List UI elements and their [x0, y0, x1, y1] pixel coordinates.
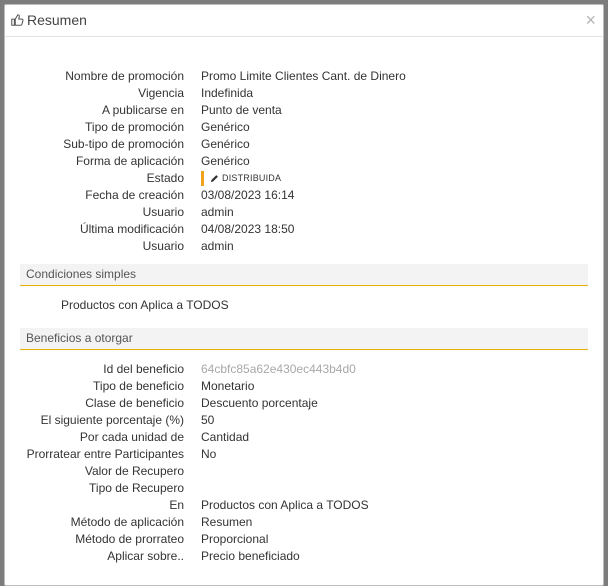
summary-row: Tipo de promoción Genérico	[5, 119, 603, 136]
row-label: A publicarse en	[101, 103, 184, 117]
close-button[interactable]: ×	[585, 11, 596, 29]
row-value: 04/08/2023 18:50	[201, 222, 295, 236]
condition-item: Productos con Aplica a TODOS	[61, 298, 229, 312]
dialog-body: Nombre de promoción Promo Limite Clientes…	[5, 37, 603, 585]
summary-row: Valor de Recupero	[5, 463, 603, 480]
summary-row: Última modificación 04/08/2023 18:50	[5, 221, 603, 238]
summary-row: Método de aplicación Resumen	[5, 514, 603, 531]
summary-dialog: Resumen × Nombre de promoción Promo Limit…	[4, 4, 604, 586]
summary-row: El siguiente porcentaje (%) 50	[5, 412, 603, 429]
row-value: Genérico	[201, 137, 250, 151]
row-label: Tipo de beneficio	[93, 379, 184, 393]
row-label: Id del beneficio	[103, 362, 184, 376]
row-value: Cantidad	[201, 430, 250, 444]
row-value: admin	[201, 239, 234, 253]
row-label: Usuario	[142, 239, 184, 253]
summary-row: Nombre de promoción Promo Limite Clientes…	[5, 68, 603, 85]
dialog-title: Resumen	[27, 12, 87, 28]
summary-row: A publicarse en Punto de venta	[5, 102, 603, 119]
row-label: Forma de aplicación	[75, 154, 184, 168]
row-label: En	[169, 498, 184, 512]
summary-row: Estado DISTRIBUIDA	[5, 170, 603, 188]
row-label: Usuario	[142, 205, 184, 219]
row-value: Resumen	[201, 515, 253, 529]
summary-row: Vigencia Indefinida	[5, 85, 603, 102]
row-label: Método de prorrateo	[75, 532, 184, 546]
row-value: Genérico	[201, 120, 250, 134]
row-value: Indefinida	[201, 86, 254, 100]
row-label: Clase de beneficio	[85, 396, 184, 410]
row-label: Valor de Recupero	[84, 464, 184, 478]
summary-row: Usuario admin	[5, 204, 603, 221]
row-value: Productos con Aplica a TODOS	[201, 498, 369, 512]
summary-row: Usuario admin	[5, 238, 603, 255]
row-label: Última modificación	[79, 222, 184, 236]
summary-row: Forma de aplicación Genérico	[5, 153, 603, 170]
summary-row: Fecha de creación 03/08/2023 16:14	[5, 187, 603, 204]
row-value: 03/08/2023 16:14	[201, 188, 295, 202]
summary-row: Prorratear entre Participantes No	[5, 446, 603, 463]
row-value: Descuento porcentaje	[201, 396, 318, 410]
row-value: 64cbfc85a62e430ec443b4d0	[201, 362, 356, 376]
thumbs-up-icon	[11, 14, 24, 26]
row-value: Punto de venta	[201, 103, 282, 117]
summary-row: Tipo de Recupero	[5, 480, 603, 497]
row-label: Sub-tipo de promoción	[63, 137, 184, 151]
row-value: No	[201, 447, 217, 461]
row-label: Tipo de Recupero	[89, 481, 184, 495]
row-label: Fecha de creación	[85, 188, 184, 202]
summary-row: Tipo de beneficio Monetario	[5, 378, 603, 395]
row-label: Aplicar sobre..	[107, 549, 184, 563]
status-badge-box: DISTRIBUIDA	[201, 171, 281, 186]
row-label: Estado	[146, 171, 184, 185]
row-label: Nombre de promoción	[65, 69, 184, 83]
row-label: El siguiente porcentaje (%)	[40, 413, 184, 427]
row-value: 50	[201, 413, 215, 427]
row-label: Prorratear entre Participantes	[26, 447, 184, 461]
row-label: Tipo de promoción	[85, 120, 184, 134]
summary-row: Por cada unidad de Cantidad	[5, 429, 603, 446]
summary-row: Aplicar sobre.. Precio beneficiado	[5, 548, 603, 565]
summary-row: Sub-tipo de promoción Genérico	[5, 136, 603, 153]
row-value: Monetario	[201, 379, 255, 393]
row-label: Vigencia	[138, 86, 184, 100]
row-value: Promo Limite Clientes Cant. de Dinero	[201, 69, 406, 83]
row-label: Método de aplicación	[70, 515, 184, 529]
row-value: Proporcional	[201, 532, 269, 546]
section-header-benefits: Beneficios a otorgar	[20, 328, 588, 350]
pencil-icon	[210, 175, 218, 183]
row-value: admin	[201, 205, 234, 219]
section-header-conditions: Condiciones simples	[20, 264, 588, 286]
row-value: Precio beneficiado	[201, 549, 300, 563]
row-label: Por cada unidad de	[79, 430, 184, 444]
row-value: Genérico	[201, 154, 250, 168]
status-badge: DISTRIBUIDA	[201, 171, 281, 188]
summary-row: Método de prorrateo Proporcional	[5, 531, 603, 548]
summary-row: En Productos con Aplica a TODOS	[5, 497, 603, 514]
summary-row: Id del beneficio 64cbfc85a62e430ec443b4d0	[5, 361, 603, 378]
summary-row: Clase de beneficio Descuento porcentaje	[5, 395, 603, 412]
dialog-header: Resumen ×	[5, 5, 603, 37]
status-badge-text: DISTRIBUIDA	[222, 173, 282, 183]
